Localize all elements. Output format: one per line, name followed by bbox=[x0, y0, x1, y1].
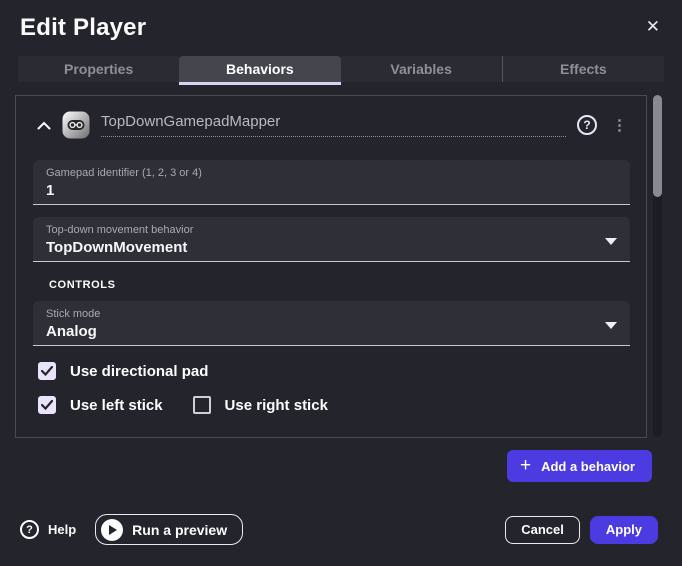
behavior-panel: TopDownGamepadMapper ? ⋮ Gamepad identif… bbox=[15, 95, 647, 438]
checkbox-label: Use left stick bbox=[70, 397, 163, 414]
plus-icon: + bbox=[520, 456, 531, 475]
scrollbar-track[interactable] bbox=[653, 95, 662, 437]
gamepad-identifier-field[interactable]: Gamepad identifier (1, 2, 3 or 4) 1 bbox=[33, 160, 630, 205]
field-label: Stick mode bbox=[46, 307, 600, 321]
run-preview-label: Run a preview bbox=[132, 522, 227, 538]
tab-variables[interactable]: Variables bbox=[341, 56, 502, 82]
close-icon[interactable]: ✕ bbox=[646, 18, 660, 35]
apply-button[interactable]: Apply bbox=[590, 516, 658, 544]
stick-mode-select[interactable]: Stick mode Analog bbox=[33, 301, 630, 346]
behavior-help-icon[interactable]: ? bbox=[577, 115, 597, 135]
chevron-down-icon bbox=[605, 322, 617, 329]
tab-effects[interactable]: Effects bbox=[502, 56, 664, 82]
field-label: Top-down movement behavior bbox=[46, 223, 600, 237]
behavior-menu-kebab-icon[interactable]: ⋮ bbox=[608, 116, 631, 134]
checkbox-use-directional-pad[interactable]: Use directional pad bbox=[38, 362, 208, 380]
help-link[interactable]: ? Help bbox=[20, 520, 76, 539]
add-behavior-row: + Add a behavior bbox=[507, 450, 652, 482]
checkbox-icon bbox=[38, 362, 56, 380]
tab-properties[interactable]: Properties bbox=[18, 56, 179, 82]
chevron-down-icon bbox=[605, 238, 617, 245]
gamepad-icon bbox=[62, 111, 90, 139]
play-icon bbox=[101, 519, 123, 541]
controls-section-label: CONTROLS bbox=[49, 279, 630, 291]
checkbox-use-left-stick[interactable]: Use left stick bbox=[38, 396, 163, 414]
checkbox-label: Use directional pad bbox=[70, 363, 208, 380]
field-value: 1 bbox=[46, 180, 600, 201]
cancel-button[interactable]: Cancel bbox=[505, 516, 580, 544]
movement-behavior-select[interactable]: Top-down movement behavior TopDownMoveme… bbox=[33, 217, 630, 262]
help-label: Help bbox=[48, 522, 76, 537]
checkbox-row: Use left stick Use right stick bbox=[38, 396, 630, 414]
field-value: TopDownMovement bbox=[46, 237, 600, 258]
checkbox-label: Use right stick bbox=[225, 397, 328, 414]
help-circle-icon: ? bbox=[20, 520, 39, 539]
dialog-header: Edit Player ✕ bbox=[0, 0, 682, 50]
scrollbar-thumb[interactable] bbox=[653, 95, 662, 197]
tab-behaviors[interactable]: Behaviors bbox=[179, 56, 340, 82]
checkbox-row: Use directional pad bbox=[38, 362, 630, 380]
behavior-header: TopDownGamepadMapper ? ⋮ bbox=[37, 111, 631, 139]
field-value: Analog bbox=[46, 321, 600, 342]
edit-object-dialog: Edit Player ✕ Properties Behaviors Varia… bbox=[0, 0, 682, 566]
collapse-chevron-up-icon[interactable] bbox=[37, 121, 51, 130]
checkbox-icon bbox=[193, 396, 211, 414]
field-label: Gamepad identifier (1, 2, 3 or 4) bbox=[46, 166, 600, 180]
add-behavior-label: Add a behavior bbox=[541, 459, 635, 474]
behavior-name-field[interactable]: TopDownGamepadMapper bbox=[101, 113, 566, 137]
checkbox-use-right-stick[interactable]: Use right stick bbox=[193, 396, 328, 414]
run-preview-button[interactable]: Run a preview bbox=[95, 514, 243, 545]
add-behavior-button[interactable]: + Add a behavior bbox=[507, 450, 652, 482]
dialog-footer: ? Help Run a preview Cancel Apply bbox=[20, 514, 658, 545]
behavior-name: TopDownGamepadMapper bbox=[101, 113, 280, 130]
page-title: Edit Player bbox=[20, 14, 146, 42]
tab-bar: Properties Behaviors Variables Effects bbox=[18, 56, 664, 85]
checkbox-icon bbox=[38, 396, 56, 414]
